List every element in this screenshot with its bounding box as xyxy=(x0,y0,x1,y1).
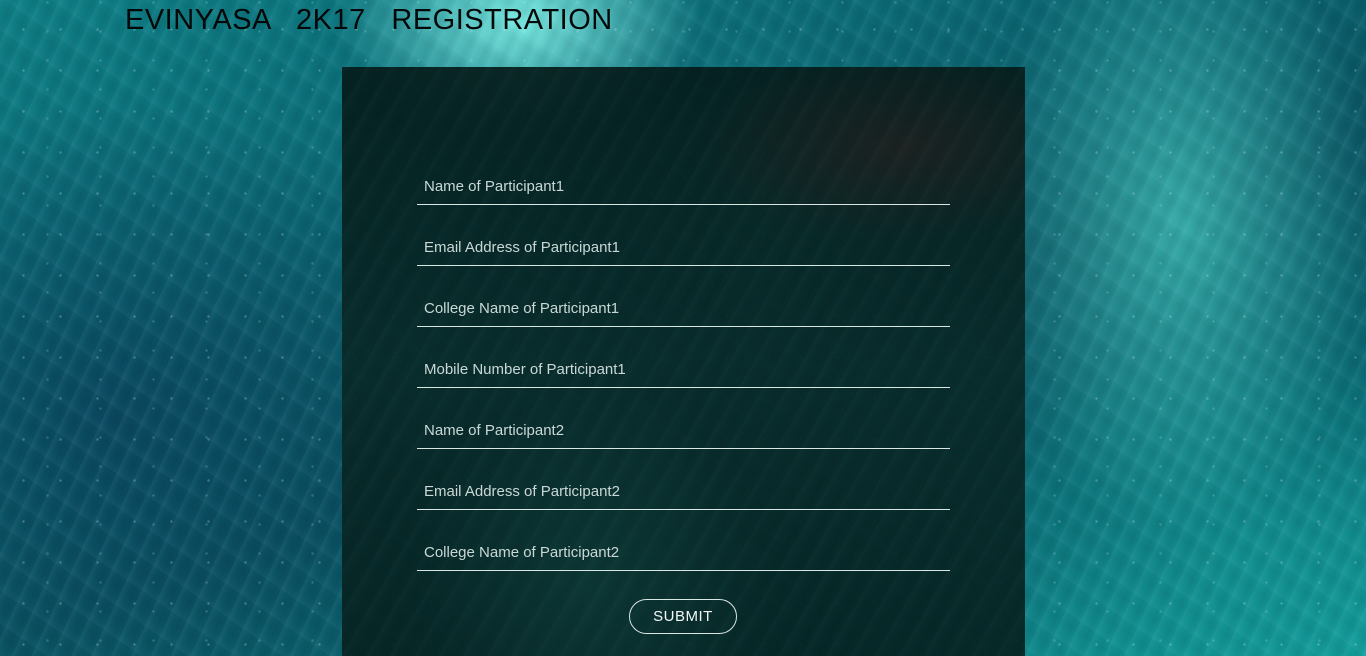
participant2-name-input[interactable] xyxy=(417,413,950,449)
participant1-name-input[interactable] xyxy=(417,169,950,205)
participant1-college-field-wrapper xyxy=(417,291,950,327)
participant1-mobile-field-wrapper xyxy=(417,352,950,388)
participant1-email-field-wrapper xyxy=(417,230,950,266)
participant2-email-input[interactable] xyxy=(417,474,950,510)
participant2-name-field-wrapper xyxy=(417,413,950,449)
page-title: EVINYASA 2K17 REGISTRATION xyxy=(125,4,613,36)
participant1-mobile-input[interactable] xyxy=(417,352,950,388)
participant1-name-field-wrapper xyxy=(417,169,950,205)
registration-form: SUBMIT xyxy=(342,67,1025,656)
participant2-college-input[interactable] xyxy=(417,535,950,571)
participant2-college-field-wrapper xyxy=(417,535,950,571)
submit-button[interactable]: SUBMIT xyxy=(629,599,737,634)
participant2-email-field-wrapper xyxy=(417,474,950,510)
participant1-email-input[interactable] xyxy=(417,230,950,266)
participant1-college-input[interactable] xyxy=(417,291,950,327)
